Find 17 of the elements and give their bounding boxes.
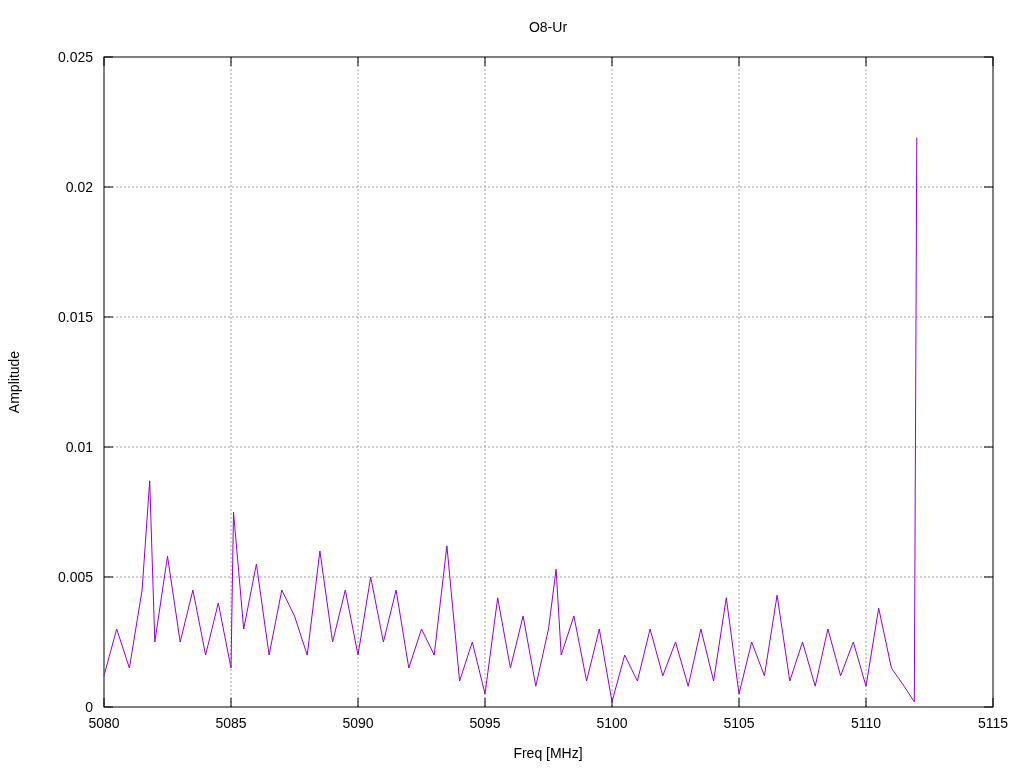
tick-label: 5100 (596, 715, 628, 731)
tick-label: 0 (85, 699, 93, 715)
tick-label: 5095 (469, 715, 501, 731)
axis-label: Amplitude (6, 350, 22, 414)
tick-label: 5090 (342, 715, 374, 731)
tick-label: 0.01 (65, 439, 93, 455)
tick-label: 5115 (977, 715, 1009, 731)
tick-label: 0.015 (57, 309, 93, 325)
tick-label: 0.02 (65, 179, 93, 195)
axis-label: Freq [MHz] (513, 745, 583, 761)
tick-label: 5110 (850, 715, 882, 731)
tick-label: 5085 (215, 715, 247, 731)
tick-label: 0.005 (57, 569, 93, 585)
tick-label: 5105 (723, 715, 755, 731)
tick-label: 0.025 (57, 49, 93, 65)
tick-label: 5080 (88, 715, 120, 731)
chart-title: O8-Ur (528, 19, 568, 35)
